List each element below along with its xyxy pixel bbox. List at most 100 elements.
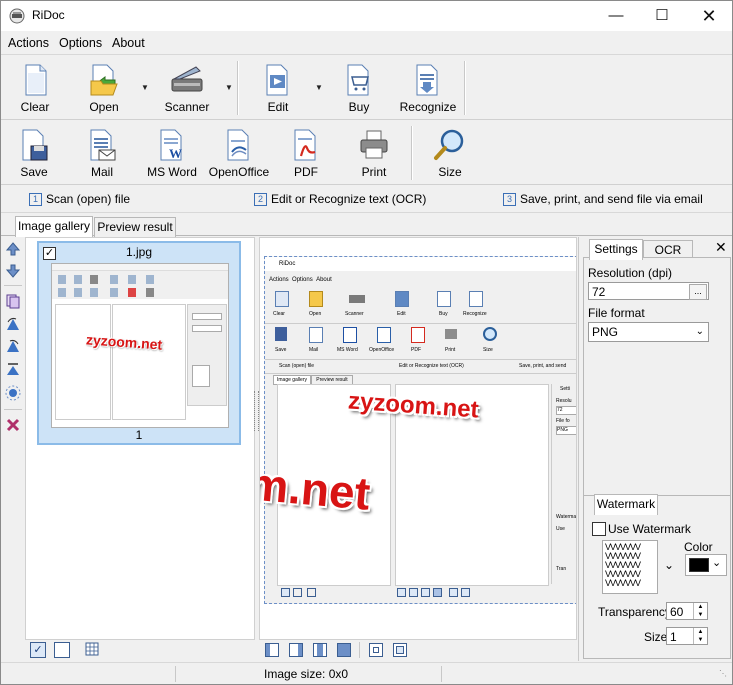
zoom-actual-icon[interactable]: [369, 643, 383, 657]
scanner-icon: [171, 66, 203, 92]
menu-about[interactable]: About: [112, 36, 145, 50]
resize-grip-icon[interactable]: ⋱: [719, 669, 727, 678]
preview-mini-menu: Actions Options About: [269, 277, 332, 283]
size-spinner[interactable]: ▲ ▼: [693, 628, 707, 644]
chevron-down-icon: ⌄: [712, 557, 722, 569]
toolbar-separator: [237, 61, 239, 115]
preview-mini-title: RiDoc: [265, 257, 576, 271]
status-bar: Image size: 0x0 ⋱: [1, 662, 732, 684]
file-format-select[interactable]: PNG ⌄: [588, 322, 709, 342]
transparency-label: Transparency: [598, 605, 671, 619]
tab-preview-result[interactable]: Preview result: [94, 217, 176, 237]
view-fill-icon[interactable]: [337, 643, 351, 657]
svg-text:W: W: [169, 146, 182, 161]
watermark-pattern-preview[interactable]: VVVVVVV VVVVVVV VVVVVVV VVVVVVV VVVVVVV: [602, 540, 658, 594]
mail-button[interactable]: Mail: [75, 124, 129, 182]
minimize-icon[interactable]: —: [593, 1, 639, 31]
move-up-icon[interactable]: [5, 241, 21, 257]
openoffice-button[interactable]: OpenOffice: [207, 124, 271, 182]
color-label: Color: [684, 540, 713, 554]
open-folder-icon: [90, 64, 118, 96]
open-dropdown-arrow[interactable]: ▼: [141, 83, 149, 92]
menu-options[interactable]: Options: [59, 36, 102, 50]
edit-doc-icon: [266, 64, 288, 96]
panel-close-icon[interactable]: ✕: [715, 239, 727, 256]
pdf-button[interactable]: PDF: [281, 124, 331, 182]
magnifier-icon: [434, 129, 464, 160]
close-icon[interactable]: ✕: [686, 1, 732, 31]
chevron-down-icon: ⌄: [695, 326, 704, 337]
gallery-tools: [1, 237, 25, 637]
pattern-dropdown-icon[interactable]: ⌄: [664, 558, 674, 572]
title-bar: RiDoc — ☐ ✕: [1, 1, 732, 31]
select-all-icon[interactable]: ✓: [30, 642, 46, 658]
tab-image-gallery[interactable]: Image gallery: [15, 216, 93, 237]
rotate-left-icon[interactable]: [5, 316, 21, 332]
scanner-dropdown-arrow[interactable]: ▼: [225, 83, 233, 92]
size-input[interactable]: 1 ▲ ▼: [666, 627, 708, 645]
open-button[interactable]: Open: [77, 59, 131, 117]
view-left-icon[interactable]: [265, 643, 279, 657]
print-button[interactable]: Print: [349, 124, 399, 182]
main-toolbar: Clear Open ▼ Scanner ▼ Edit ▼ Buy Recogn…: [1, 57, 732, 120]
view-center-icon[interactable]: [313, 643, 327, 657]
step-2: 2 Edit or Recognize text (OCR): [254, 192, 426, 206]
preview-mini-toolbar-1: Clear Open Scanner Edit Buy Recognize: [265, 289, 576, 324]
delete-icon[interactable]: [5, 417, 21, 433]
preview-mini-steps: Scan (open) file Edit or Recognize text …: [265, 361, 576, 374]
transparency-input[interactable]: 60 ▲ ▼: [666, 602, 708, 620]
preview-mini-bottom-icons: [277, 587, 576, 597]
view-right-icon[interactable]: [289, 643, 303, 657]
transparency-spinner[interactable]: ▲ ▼: [693, 603, 707, 619]
workflow-steps: 1 Scan (open) file 2 Edit or Recognize tex…: [1, 188, 732, 213]
gallery-item[interactable]: ✓ 1.jpg zyzoom.net 1: [37, 241, 241, 445]
output-toolbar: Save Mail W MS Word OpenOffice PDF Print…: [1, 122, 732, 185]
window-title: RiDoc: [32, 8, 65, 22]
size-label: Size: [644, 630, 668, 644]
preview-mini-panel: Setti Resolu 72 File fo PNG Waterma Use …: [551, 384, 576, 584]
resolution-label: Resolution (dpi): [588, 266, 673, 280]
preview-area: RiDoc Actions Options About Clear Open S…: [259, 237, 577, 640]
gallery-item-thumbnail: zyzoom.net: [51, 263, 229, 428]
recognize-button[interactable]: Recognize: [399, 59, 457, 117]
app-window: RiDoc — ☐ ✕ Actions Options About Clear …: [0, 0, 733, 685]
menu-actions[interactable]: Actions: [8, 36, 49, 50]
resolution-input[interactable]: 72 ...: [588, 282, 709, 300]
save-doc-icon: [22, 129, 48, 161]
buy-button[interactable]: Buy: [331, 59, 387, 117]
menu-bar: Actions Options About: [1, 32, 732, 55]
edit-button[interactable]: Edit: [251, 59, 305, 117]
clear-button[interactable]: Clear: [7, 59, 63, 117]
preview-mini-toolbar-2: Save Mail MS Word OpenOffice PDF Print S…: [265, 325, 576, 360]
scanner-button[interactable]: Scanner: [159, 59, 215, 117]
zoom-fit-icon[interactable]: [393, 643, 407, 657]
flip-icon[interactable]: [5, 361, 21, 377]
save-button[interactable]: Save: [7, 124, 61, 182]
blank-page-icon: [25, 64, 47, 96]
toolbar-separator: [411, 126, 413, 180]
image-gallery: ✓ 1.jpg zyzoom.net 1: [25, 237, 255, 640]
preview-image: RiDoc Actions Options About Clear Open S…: [264, 256, 576, 604]
use-watermark-checkbox[interactable]: [592, 522, 606, 536]
copy-icon[interactable]: [5, 293, 21, 309]
preview-view-controls: [263, 642, 423, 658]
pdf-doc-icon: [294, 129, 316, 161]
ms-word-button[interactable]: W MS Word: [145, 124, 199, 182]
size-button[interactable]: Size: [425, 124, 475, 182]
brightness-icon[interactable]: [5, 385, 21, 401]
move-down-icon[interactable]: [5, 263, 21, 279]
gallery-item-number: 1: [135, 428, 143, 442]
edit-dropdown-arrow[interactable]: ▼: [315, 83, 323, 92]
color-picker[interactable]: ⌄: [685, 554, 727, 576]
settings-box: Resolution (dpi) 72 ... File format PNG …: [583, 257, 731, 659]
grid-view-icon[interactable]: [85, 642, 99, 656]
cart-doc-icon: [347, 64, 369, 96]
maximize-icon[interactable]: ☐: [639, 1, 685, 31]
mail-doc-icon: [90, 129, 116, 161]
tab-watermark[interactable]: Watermark: [594, 494, 658, 515]
tab-settings[interactable]: Settings: [589, 239, 643, 260]
rotate-right-icon[interactable]: [5, 338, 21, 354]
resolution-more-button[interactable]: ...: [689, 284, 707, 300]
deselect-all-icon[interactable]: [54, 642, 70, 658]
openoffice-doc-icon: [227, 129, 249, 161]
